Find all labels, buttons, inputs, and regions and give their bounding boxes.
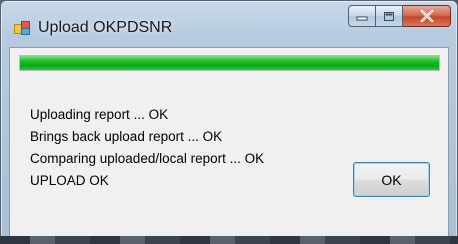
minimize-button[interactable] xyxy=(348,5,376,27)
log-line: UPLOAD OK xyxy=(30,173,109,188)
maximize-icon xyxy=(384,11,394,21)
window-title: Upload OKPDSNR xyxy=(38,19,173,36)
taskbar-strip xyxy=(0,236,458,244)
close-button[interactable] xyxy=(403,5,451,27)
log-line: Comparing uploaded/local report ... OK xyxy=(30,151,265,166)
close-icon xyxy=(419,10,434,22)
status-log: Uploading report ... OK Brings back uplo… xyxy=(30,104,264,192)
caption-buttons xyxy=(348,5,451,27)
log-line: Brings back upload report ... OK xyxy=(30,129,223,144)
upload-progress-bar xyxy=(19,55,440,71)
minimize-icon xyxy=(356,16,368,21)
log-line: Uploading report ... OK xyxy=(30,107,169,122)
ok-button[interactable]: OK xyxy=(353,162,430,197)
dialog-client-area: Uploading report ... OK Brings back uplo… xyxy=(9,47,449,237)
title-bar[interactable]: Upload OKPDSNR xyxy=(1,1,457,47)
maximize-button[interactable] xyxy=(376,5,403,27)
app-icon xyxy=(14,21,30,35)
upload-dialog: Upload OKPDSNR Uploading report ... OK B… xyxy=(0,0,458,242)
progress-fill xyxy=(20,56,439,70)
